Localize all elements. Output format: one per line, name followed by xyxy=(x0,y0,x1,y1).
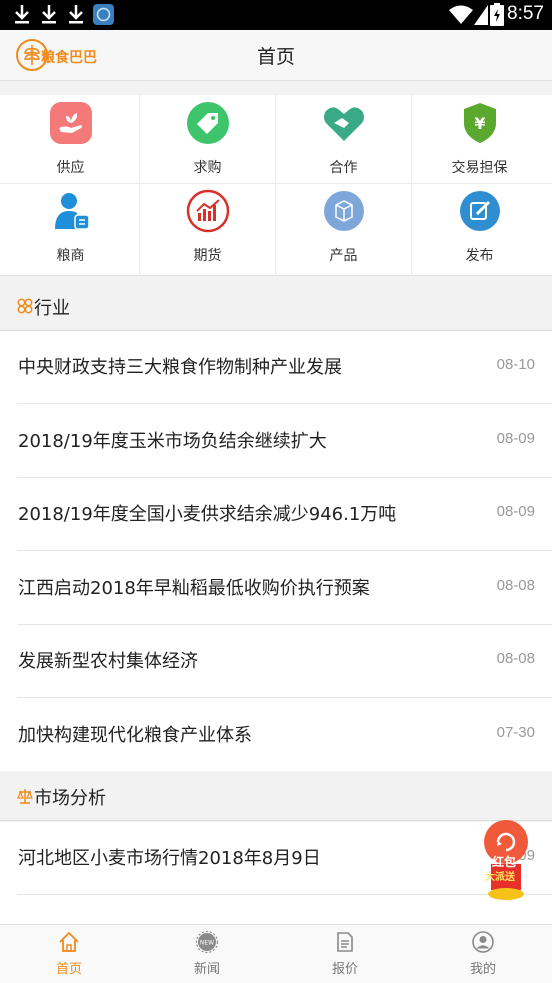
divider xyxy=(17,403,552,404)
profile-icon xyxy=(472,931,494,953)
tab-label: 报价 xyxy=(331,962,358,977)
grid-item-label: 求购 xyxy=(193,160,222,176)
news-item[interactable]: 河北地区小麦市场行情2018年8月9日08-09 xyxy=(0,822,552,895)
clock-time: 8:57 xyxy=(507,3,544,24)
grid-item-publish[interactable]: 发布 xyxy=(411,183,548,271)
product-box-icon xyxy=(324,191,364,231)
purchase-tag-icon xyxy=(187,102,229,144)
grid-item-product[interactable]: 产品 xyxy=(275,183,412,271)
news-date: 08-10 xyxy=(496,356,535,373)
scale-icon xyxy=(17,789,33,804)
section-title: 行业 xyxy=(34,298,70,319)
svg-text:NEW: NEW xyxy=(200,940,214,947)
grid-item-label: 产品 xyxy=(329,248,358,264)
grid-item-futures[interactable]: 期货 xyxy=(139,183,276,271)
grid-item-merchant[interactable]: 粮商 xyxy=(2,183,139,271)
page-title: 首页 xyxy=(256,46,295,68)
news-item[interactable]: 发展新型农村集体经济 08-08 xyxy=(0,625,552,698)
tab-news[interactable]: NEW 新闻 xyxy=(138,925,276,983)
tab-label: 首页 xyxy=(55,962,82,977)
shield-yen-icon: ¥ xyxy=(464,103,496,143)
news-title: 加快构建现代化粮食产业体系 xyxy=(18,725,252,746)
section-header-industry[interactable]: 行业 xyxy=(0,282,552,331)
grid-item-cooperation[interactable]: 合作 xyxy=(275,95,412,183)
battery-icon xyxy=(490,3,504,26)
news-gear-icon: NEW xyxy=(196,931,218,953)
news-title: 发展新型农村集体经济 xyxy=(18,651,198,672)
signal-icon xyxy=(474,5,488,25)
grid-item-label: 供应 xyxy=(56,160,85,176)
download-icon xyxy=(42,5,56,24)
divider xyxy=(17,550,552,551)
app-header: 粮食巴巴 首页 xyxy=(0,30,552,81)
news-title: 2018/19年度玉米市场负结余继续扩大 xyxy=(18,431,327,452)
tab-home[interactable]: 首页 xyxy=(0,925,138,983)
news-item[interactable]: 2018/19年度全国小麦供求结余减少946.1万吨 08-09 xyxy=(0,478,552,551)
news-date: 08-09 xyxy=(496,503,535,520)
handshake-heart-icon xyxy=(324,107,364,141)
divider xyxy=(17,697,552,698)
industry-icon xyxy=(17,298,33,314)
red-packet-floating-button[interactable]: 红包 大派送 xyxy=(483,820,529,904)
section-header-market[interactable]: 市场分析 xyxy=(0,772,552,821)
section-title: 市场分析 xyxy=(34,788,106,809)
merchant-person-icon xyxy=(55,193,90,230)
market-news-list: 河北地区小麦市场行情2018年8月9日08-09 xyxy=(0,822,552,924)
red-packet-sublabel: 大派送 xyxy=(485,872,515,883)
news-title: 江西启动2018年早籼稻最低收购价执行预案 xyxy=(18,578,370,599)
status-bar: 8:57 xyxy=(0,0,552,30)
futures-chart-icon xyxy=(186,189,230,233)
category-grid: 供应 求购 合作 ¥ 交易担保 粮商 期货 产品 发布 xyxy=(0,95,552,276)
quote-document-icon xyxy=(337,932,353,952)
tab-label: 新闻 xyxy=(193,962,220,977)
bottom-tab-bar: 首页 NEW 新闻 报价 我的 xyxy=(0,924,552,983)
tab-profile[interactable]: 我的 xyxy=(414,925,552,983)
tab-label: 我的 xyxy=(469,962,496,977)
supply-icon xyxy=(50,102,92,144)
grid-item-label: 期货 xyxy=(193,248,222,264)
news-date: 08-08 xyxy=(496,577,535,594)
industry-news-list: 中央财政支持三大粮食作物制种产业发展 08-10 2018/19年度玉米市场负结余… xyxy=(0,331,552,771)
news-date: 08-08 xyxy=(496,650,535,667)
grid-item-label: 发布 xyxy=(465,248,494,264)
news-title: 2018/19年度全国小麦供求结余减少946.1万吨 xyxy=(18,504,397,525)
news-item[interactable]: 中央财政支持三大粮食作物制种产业发展 08-10 xyxy=(0,331,552,404)
home-icon xyxy=(59,931,79,952)
tab-quotes[interactable]: 报价 xyxy=(276,925,414,983)
download-icon xyxy=(69,5,83,24)
grid-item-label: 合作 xyxy=(329,160,358,176)
grid-item-label: 交易担保 xyxy=(451,160,508,176)
grid-item-purchase[interactable]: 求购 xyxy=(139,95,276,183)
news-item[interactable]: 加快构建现代化粮食产业体系 07-30 xyxy=(0,699,552,772)
news-item[interactable]: 2018/19年度玉米市场负结余继续扩大 08-09 xyxy=(0,405,552,478)
publish-edit-icon xyxy=(460,191,500,231)
grid-item-guarantee[interactable]: ¥ 交易担保 xyxy=(411,95,548,183)
divider xyxy=(17,894,552,895)
svg-text:¥: ¥ xyxy=(474,114,485,133)
news-date: 08-09 xyxy=(496,430,535,447)
news-date: 07-30 xyxy=(496,724,535,741)
download-icon xyxy=(15,5,29,24)
news-title: 河北地区小麦市场行情2018年8月9日 xyxy=(18,848,321,869)
news-item[interactable]: 江西启动2018年早籼稻最低收购价执行预案 08-08 xyxy=(0,552,552,625)
grid-item-supply[interactable]: 供应 xyxy=(2,95,139,183)
grid-item-label: 粮商 xyxy=(56,248,85,264)
news-title: 中央财政支持三大粮食作物制种产业发展 xyxy=(18,357,342,378)
wifi-icon xyxy=(449,5,473,24)
app-notification-icon xyxy=(93,4,114,25)
